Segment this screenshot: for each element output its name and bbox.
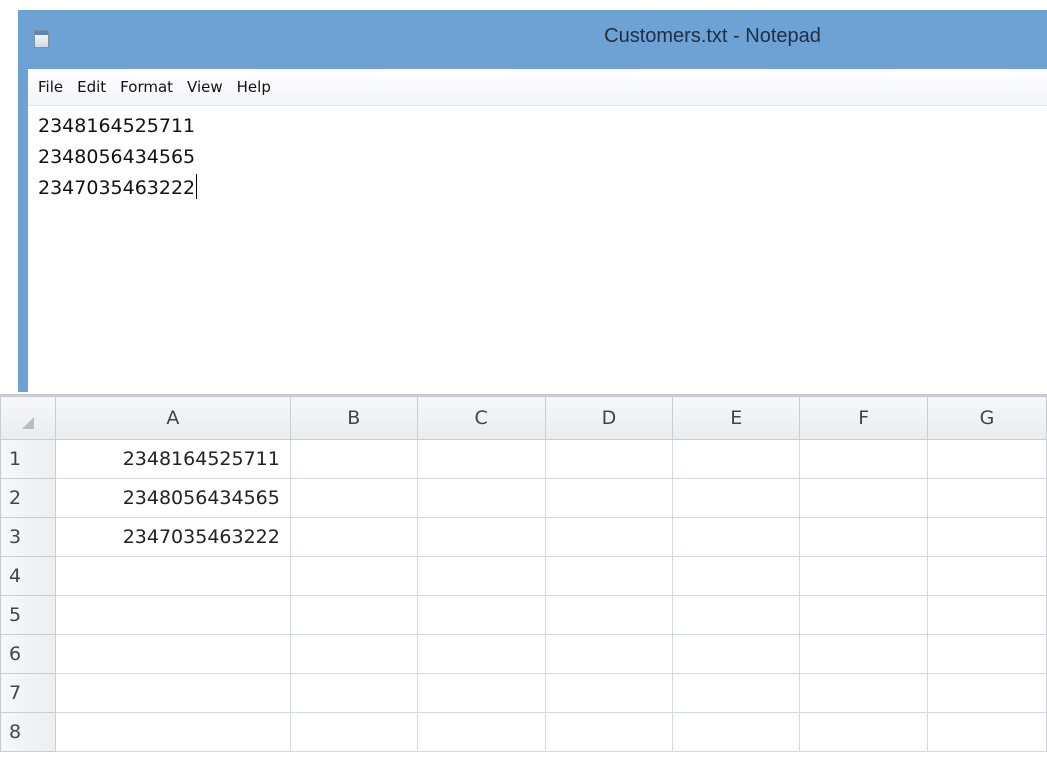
notepad-window: Customers.txt - Notepad File Edit Format… <box>18 10 1047 392</box>
cell[interactable] <box>799 634 929 674</box>
menu-edit[interactable]: Edit <box>77 78 106 96</box>
text-editor[interactable]: 2348164525711 2348056434565 234703546322… <box>38 111 1047 392</box>
cell-a7[interactable] <box>54 673 291 713</box>
cell[interactable] <box>544 439 674 479</box>
cell[interactable] <box>544 556 674 596</box>
column-header-a[interactable]: A <box>54 396 291 440</box>
cell[interactable] <box>289 478 418 518</box>
cell[interactable] <box>799 712 929 752</box>
row-header[interactable]: 4 <box>0 556 56 596</box>
cell-a6[interactable] <box>54 634 291 674</box>
menu-format[interactable]: Format <box>120 78 173 96</box>
cell[interactable] <box>289 634 418 674</box>
cell[interactable] <box>927 517 1047 557</box>
notepad-client-area: File Edit Format View Help 2348164525711… <box>28 69 1047 392</box>
cell[interactable] <box>416 556 546 596</box>
table-row: 5 <box>0 595 1047 635</box>
cell[interactable] <box>416 712 546 752</box>
table-row: 1 2348164525711 <box>0 439 1047 479</box>
cell[interactable] <box>799 517 929 557</box>
cell[interactable] <box>799 556 929 596</box>
table-row: 3 2347035463222 <box>0 517 1047 557</box>
menu-help[interactable]: Help <box>237 78 271 96</box>
cell[interactable] <box>289 556 418 596</box>
cell[interactable] <box>289 595 418 635</box>
row-header[interactable]: 2 <box>0 478 56 518</box>
cell[interactable] <box>544 517 674 557</box>
cell[interactable] <box>289 439 418 479</box>
column-header-f[interactable]: F <box>799 396 929 440</box>
cell-a5[interactable] <box>54 595 291 635</box>
cell[interactable] <box>672 439 801 479</box>
cell[interactable] <box>927 478 1047 518</box>
row-header[interactable]: 5 <box>0 595 56 635</box>
notepad-titlebar[interactable]: Customers.txt - Notepad <box>18 10 1047 69</box>
cell[interactable] <box>672 478 801 518</box>
cell-a3[interactable]: 2347035463222 <box>54 517 291 557</box>
cell[interactable] <box>927 439 1047 479</box>
cell[interactable] <box>544 478 674 518</box>
cell[interactable] <box>416 439 546 479</box>
menu-file[interactable]: File <box>38 78 63 96</box>
cell[interactable] <box>416 595 546 635</box>
row-header[interactable]: 6 <box>0 634 56 674</box>
cell[interactable] <box>416 673 546 713</box>
table-row: 4 <box>0 556 1047 596</box>
select-all-icon <box>21 416 34 429</box>
cell[interactable] <box>799 595 929 635</box>
column-header-g[interactable]: G <box>927 396 1047 440</box>
column-header-c[interactable]: C <box>416 396 546 440</box>
window-title: Customers.txt - Notepad <box>604 25 821 47</box>
cell[interactable] <box>927 556 1047 596</box>
spreadsheet-grid: A B C D E F G 1 2348164525711 2 23480564… <box>0 394 1047 766</box>
cell[interactable] <box>416 478 546 518</box>
cell[interactable] <box>799 673 929 713</box>
row-header[interactable]: 8 <box>0 712 56 752</box>
row-header[interactable]: 7 <box>0 673 56 713</box>
cell[interactable] <box>672 556 801 596</box>
cell[interactable] <box>927 712 1047 752</box>
cell[interactable] <box>927 634 1047 674</box>
column-header-e[interactable]: E <box>672 396 801 440</box>
table-row: 8 <box>0 712 1047 752</box>
cell[interactable] <box>544 673 674 713</box>
cell[interactable] <box>289 517 418 557</box>
table-row: 7 <box>0 673 1047 713</box>
table-row: 2 2348056434565 <box>0 478 1047 518</box>
menu-bar: File Edit Format View Help <box>28 69 1047 106</box>
text-line: 2347035463222 <box>38 173 1047 204</box>
table-row: 6 <box>0 634 1047 674</box>
cell[interactable] <box>927 595 1047 635</box>
cell[interactable] <box>289 712 418 752</box>
select-all-corner[interactable] <box>0 396 56 440</box>
cell[interactable] <box>544 595 674 635</box>
cell-a2[interactable]: 2348056434565 <box>54 478 291 518</box>
cell-a1[interactable]: 2348164525711 <box>54 439 291 479</box>
cell[interactable] <box>799 439 929 479</box>
text-caret <box>196 174 198 199</box>
cell[interactable] <box>672 712 801 752</box>
cell[interactable] <box>289 673 418 713</box>
cell[interactable] <box>799 478 929 518</box>
cell[interactable] <box>672 595 801 635</box>
cell[interactable] <box>544 712 674 752</box>
column-header-b[interactable]: B <box>289 396 418 440</box>
cell[interactable] <box>544 634 674 674</box>
cell-a4[interactable] <box>54 556 291 596</box>
row-header[interactable]: 1 <box>0 439 56 479</box>
cell[interactable] <box>672 517 801 557</box>
cell-a8[interactable] <box>54 712 291 752</box>
cell[interactable] <box>672 673 801 713</box>
cell[interactable] <box>927 673 1047 713</box>
text-line: 2348164525711 <box>38 115 196 137</box>
menu-view[interactable]: View <box>187 78 223 96</box>
row-header[interactable]: 3 <box>0 517 56 557</box>
column-header-d[interactable]: D <box>544 396 674 440</box>
cell[interactable] <box>416 517 546 557</box>
text-line: 2348056434565 <box>38 146 196 168</box>
cell[interactable] <box>672 634 801 674</box>
cell[interactable] <box>416 634 546 674</box>
